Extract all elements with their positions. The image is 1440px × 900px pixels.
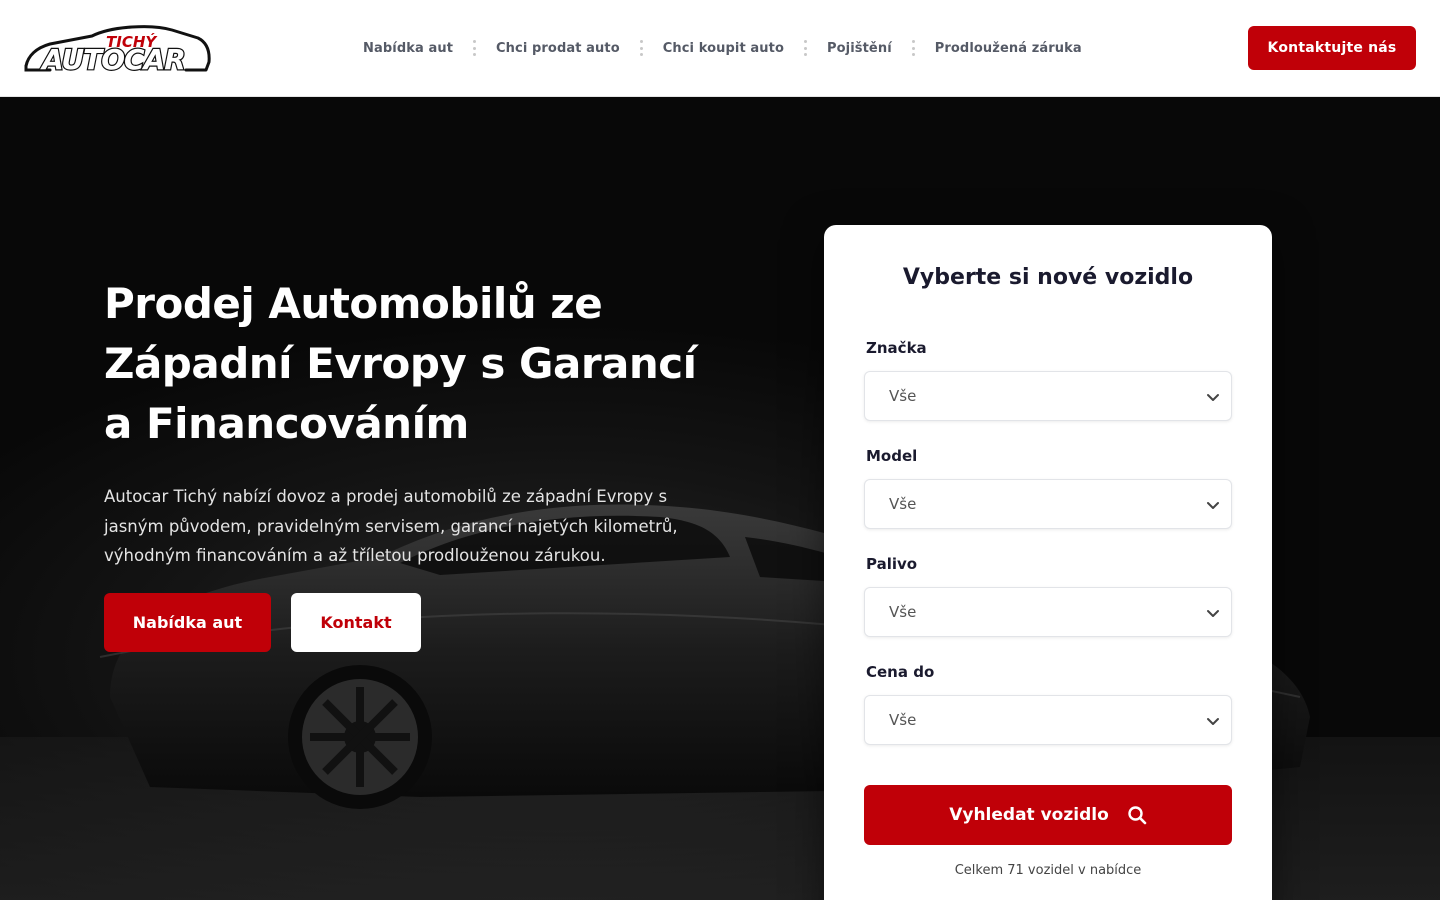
chevron-down-icon — [1207, 394, 1219, 401]
svg-text:AUTOCAR: AUTOCAR — [40, 43, 185, 74]
site-header: TICHÝ AUTOCAR Nabídka aut Chci prodat au… — [0, 0, 1440, 97]
search-vehicle-button[interactable]: Vyhledat vozidlo — [864, 785, 1232, 845]
fuel-field-label: Palivo — [866, 555, 918, 573]
nav-separator — [911, 40, 915, 56]
nav-separator — [804, 40, 807, 56]
brand-field-label: Značka — [866, 339, 927, 357]
nav-item-chci-koupit-auto[interactable]: Chci koupit auto — [663, 41, 784, 56]
fuel-select-value: Vše — [889, 603, 917, 621]
brand-select-value: Vše — [889, 387, 917, 405]
vehicle-search-card: Vyberte si nové vozidlo Značka Vše Model… — [824, 225, 1272, 900]
nav-item-nabidka-aut[interactable]: Nabídka aut — [363, 41, 453, 56]
search-icon — [1128, 806, 1147, 825]
nav-separator — [639, 40, 643, 56]
model-field-label: Model — [866, 447, 918, 465]
model-select-value: Vše — [889, 495, 917, 513]
hero-description: Autocar Tichý nabízí dovoz a prodej auto… — [104, 487, 678, 565]
model-select[interactable]: Vše — [864, 479, 1232, 529]
max-price-select-value: Vše — [889, 711, 917, 729]
vehicle-count-text: Celkem 71 vozidel v nabídce — [954, 863, 1142, 878]
chevron-down-icon — [1207, 502, 1219, 509]
search-button-label: Vyhledat vozidlo — [949, 805, 1109, 825]
nav-item-pojisteni[interactable]: Pojištění — [827, 41, 892, 56]
main-nav: Nabídka aut Chci prodat auto Chci koupit… — [363, 37, 1082, 59]
nav-separator — [473, 40, 477, 56]
autocar-logo[interactable]: TICHÝ AUTOCAR — [22, 22, 212, 77]
nav-item-prodlouzena-zaruka[interactable]: Prodloužená záruka — [935, 41, 1082, 56]
search-card-title: Vyberte si nové vozidlo — [902, 265, 1194, 290]
chevron-down-icon — [1207, 610, 1219, 617]
fuel-select[interactable]: Vše — [864, 587, 1232, 637]
hero-title: Prodej Automobilů ze Západní Evropy s Ga… — [104, 279, 697, 448]
contact-button[interactable]: Kontakt — [291, 593, 421, 652]
max-price-select[interactable]: Vše — [864, 695, 1232, 745]
max-price-field-label: Cena do — [866, 663, 935, 681]
brand-select[interactable]: Vše — [864, 371, 1232, 421]
nav-item-chci-prodat-auto[interactable]: Chci prodat auto — [496, 41, 620, 56]
chevron-down-icon — [1207, 718, 1219, 725]
contact-us-button[interactable]: Kontaktujte nás — [1248, 26, 1416, 70]
offer-cars-button[interactable]: Nabídka aut — [104, 593, 271, 652]
